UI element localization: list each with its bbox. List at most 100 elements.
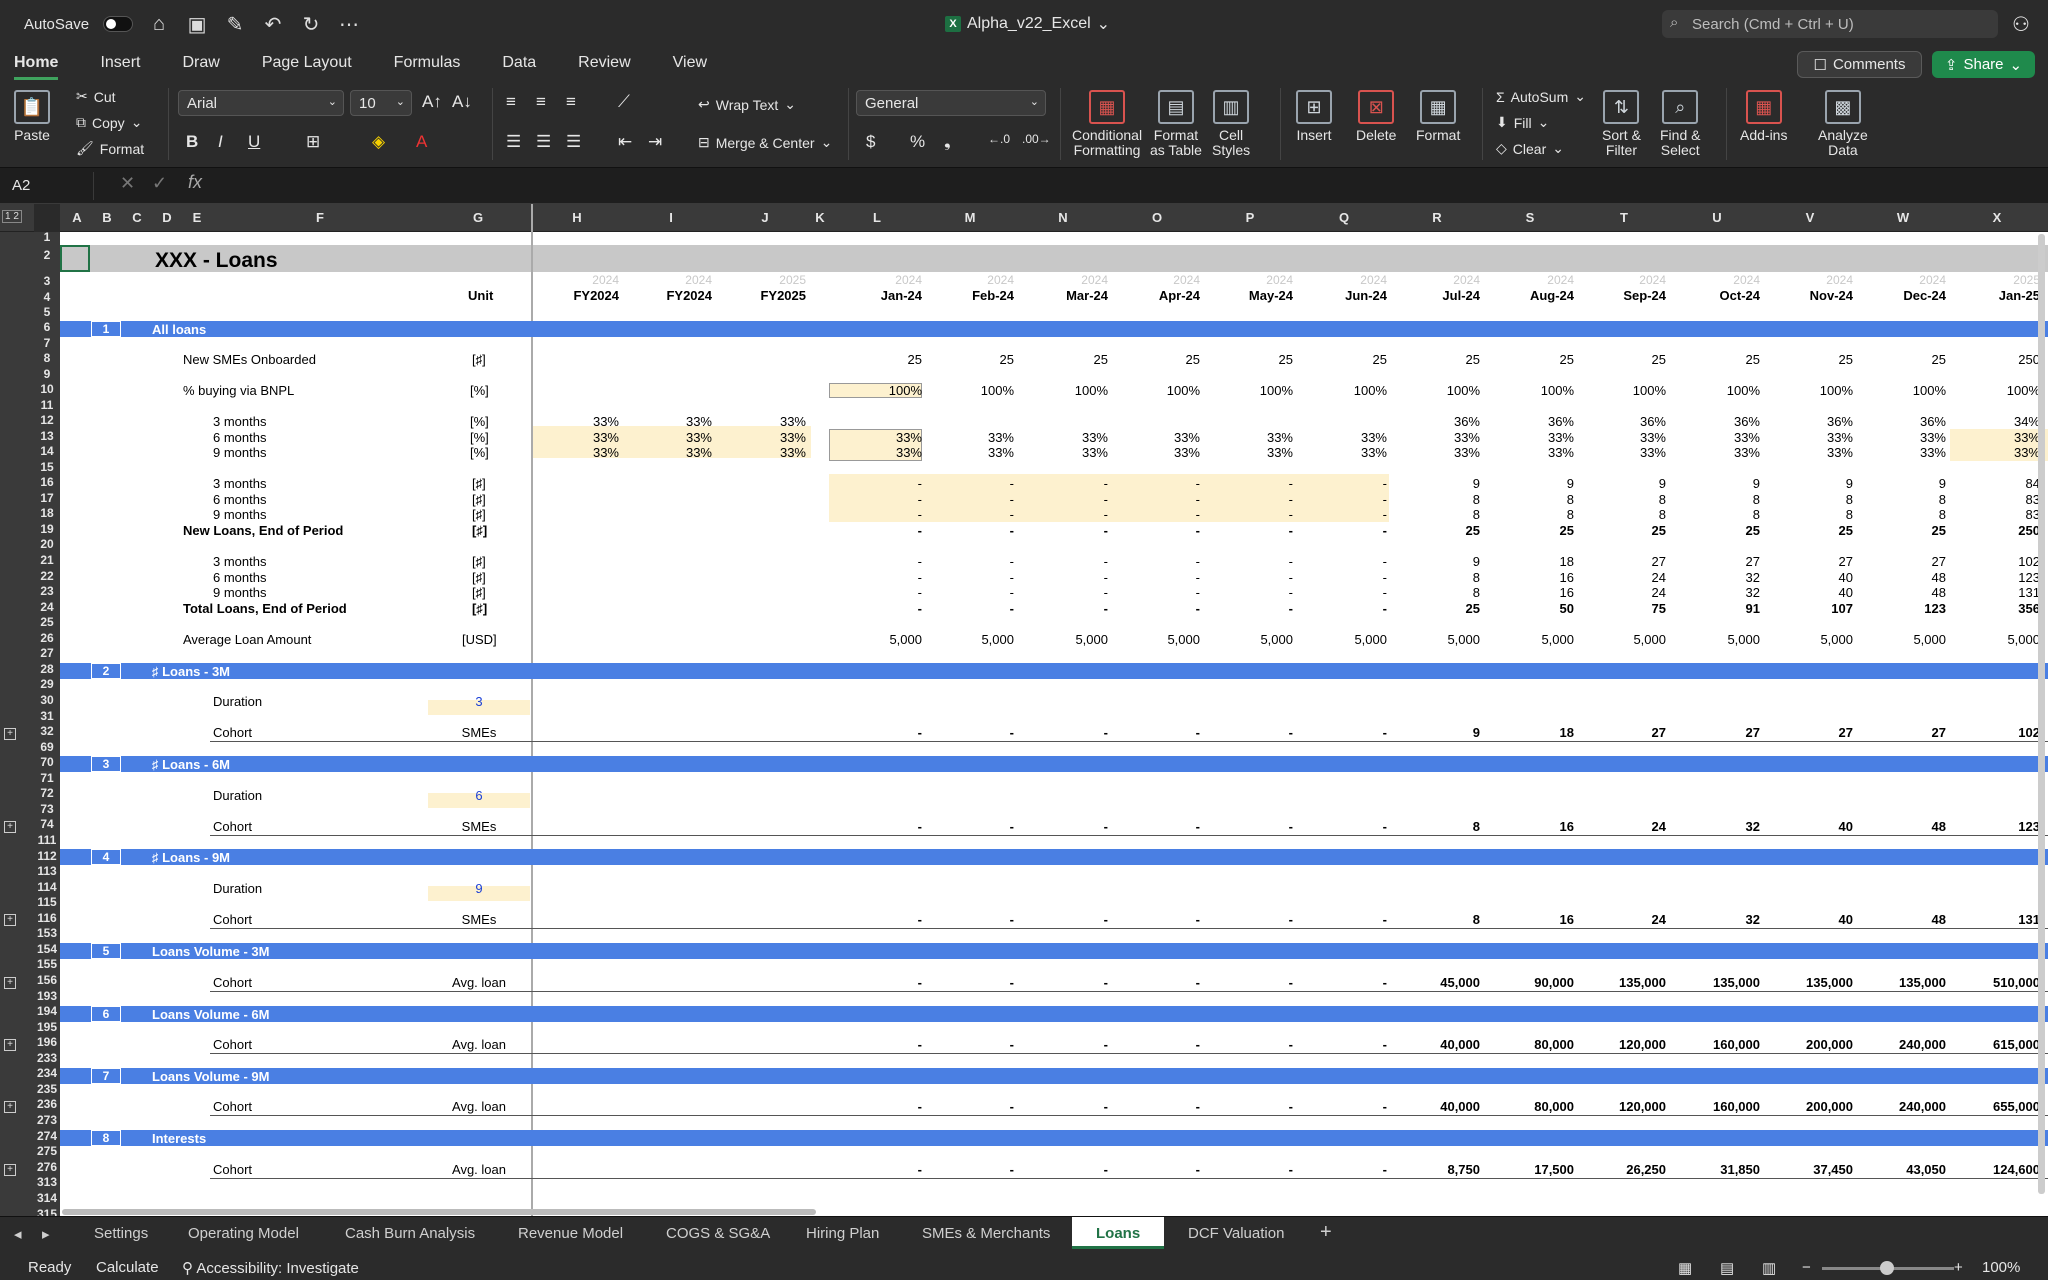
number-format-select[interactable]: General ⌄ [856,90,1046,116]
row-header[interactable]: 11 [34,398,60,412]
align-bottom-icon[interactable]: ≡ [566,92,576,112]
sheet-tab-cash-burn[interactable]: Cash Burn Analysis [345,1225,475,1242]
align-right-icon[interactable]: ☰ [566,132,581,152]
row-header[interactable]: 71 [34,771,60,785]
row-header[interactable]: 275 [34,1144,60,1158]
paste-button[interactable]: 📋 Paste [14,90,50,143]
insert-cells-button[interactable]: ⊞ Insert [1296,90,1332,143]
expand-group-icon[interactable]: + [4,1101,16,1113]
autosave-toggle[interactable] [103,16,134,32]
row-header[interactable]: 8 [34,351,60,365]
enter-icon[interactable]: ✓ [152,173,167,194]
fill-color-icon[interactable]: ◈ [372,132,385,152]
row-header[interactable]: 25 [34,615,60,629]
row-header[interactable]: 4 [34,290,60,304]
row-header[interactable]: 116 [34,911,60,925]
row-header[interactable]: 23 [34,584,60,598]
row-header[interactable]: 19 [34,522,60,536]
column-header[interactable]: G [458,204,498,232]
column-header[interactable]: L [857,204,897,232]
borders-icon[interactable]: ⊞ [306,132,320,152]
analyze-data-button[interactable]: ▩ Analyze Data [1818,90,1868,158]
row-header[interactable]: 21 [34,553,60,567]
document-title[interactable]: X Alpha_v22_Excel ⌄ [945,14,1110,34]
column-header[interactable]: V [1790,204,1830,232]
column-header[interactable]: Q [1324,204,1364,232]
tab-data[interactable]: Data [502,48,536,80]
normal-view-icon[interactable]: ▦ [1678,1259,1692,1277]
row-header[interactable]: 72 [34,786,60,800]
row-header[interactable]: 233 [34,1051,60,1065]
accessibility-status[interactable]: ⚲ Accessibility: Investigate [182,1259,359,1277]
row-header[interactable]: 7 [34,336,60,350]
column-header[interactable]: J [745,204,785,232]
row-header[interactable]: 194 [34,1004,60,1018]
sort-filter-button[interactable]: ⇅ Sort & Filter [1602,90,1641,158]
row-header[interactable]: 17 [34,491,60,505]
row-header[interactable]: 314 [34,1191,60,1205]
row-header[interactable]: 155 [34,957,60,971]
add-sheet-icon[interactable]: + [1320,1221,1332,1244]
redo-icon[interactable]: ↻ [299,12,323,37]
page-break-view-icon[interactable]: ▥ [1762,1259,1776,1277]
collaborate-icon[interactable]: ⚇ [2012,12,2030,37]
tab-review[interactable]: Review [578,48,630,80]
row-header[interactable]: 111 [34,833,60,847]
italic-icon[interactable]: I [218,132,223,152]
column-header[interactable]: H [557,204,597,232]
row-header[interactable]: 28 [34,662,60,676]
share-button[interactable]: ⇪ Share ⌄ [1932,51,2035,78]
sheet-tab-hiring-plan[interactable]: Hiring Plan [806,1225,879,1242]
sheet-tab-revenue-model[interactable]: Revenue Model [518,1225,623,1242]
row-header[interactable]: 195 [34,1020,60,1034]
status-calculate[interactable]: Calculate [96,1259,159,1276]
comments-button[interactable]: ☐ Comments [1797,51,1922,78]
orientation-icon[interactable]: ⟋ [618,92,630,112]
tab-insert[interactable]: Insert [100,48,140,80]
row-header[interactable]: 193 [34,989,60,1003]
page-layout-view-icon[interactable]: ▤ [1720,1259,1734,1277]
row-header[interactable]: 196 [34,1035,60,1049]
expand-group-icon[interactable]: + [4,914,16,926]
next-sheet-icon[interactable]: ▸ [42,1225,50,1243]
zoom-in-icon[interactable]: + [1954,1259,1963,1276]
sheet-tab-dcf[interactable]: DCF Valuation [1188,1225,1284,1242]
row-header[interactable]: 273 [34,1113,60,1127]
row-header[interactable]: 27 [34,646,60,660]
tab-formulas[interactable]: Formulas [394,48,461,80]
row-header[interactable]: 235 [34,1082,60,1096]
copy-button[interactable]: ⧉ Copy ⌄ [76,114,142,131]
row-header[interactable]: 5 [34,305,60,319]
sheet-tab-cogs[interactable]: COGS & SG&A [666,1225,770,1242]
column-header[interactable]: S [1510,204,1550,232]
row-header[interactable]: 112 [34,849,60,863]
align-middle-icon[interactable]: ≡ [536,92,546,112]
format-painter-button[interactable]: 🖌 Format [76,140,144,157]
row-header[interactable]: 115 [34,895,60,909]
align-center-icon[interactable]: ☰ [536,132,551,152]
find-select-button[interactable]: ⌕ Find & Select [1660,90,1700,158]
decrease-indent-icon[interactable]: ⇤ [618,132,632,152]
currency-icon[interactable]: $ [866,132,875,152]
row-header[interactable]: 154 [34,942,60,956]
clear-button[interactable]: ◇ Clear ⌄ [1496,140,1564,157]
delete-cells-button[interactable]: ⊠ Delete [1356,90,1396,143]
fill-button[interactable]: ⬇ Fill ⌄ [1496,114,1549,131]
increase-font-icon[interactable]: A↑ [422,92,442,112]
row-header[interactable]: 153 [34,926,60,940]
zoom-out-icon[interactable]: − [1802,1259,1811,1276]
sheet-tab-operating-model[interactable]: Operating Model [188,1225,299,1242]
column-header[interactable]: X [1977,204,2017,232]
conditional-formatting-button[interactable]: ▦ Conditional Formatting [1072,90,1142,158]
save-as-icon[interactable]: ✎ [223,12,247,37]
wrap-text-button[interactable]: ↩ Wrap Text ⌄ [698,96,796,113]
row-header[interactable]: 234 [34,1066,60,1080]
expand-group-icon[interactable]: + [4,1164,16,1176]
column-header[interactable]: F [300,204,340,232]
font-size-select[interactable]: 10 ⌄ [350,90,412,116]
row-header[interactable]: 32 [34,724,60,738]
font-color-icon[interactable]: A [416,132,427,152]
column-header[interactable]: T [1604,204,1644,232]
row-header[interactable]: 22 [34,569,60,583]
row-header[interactable]: 13 [34,429,60,443]
